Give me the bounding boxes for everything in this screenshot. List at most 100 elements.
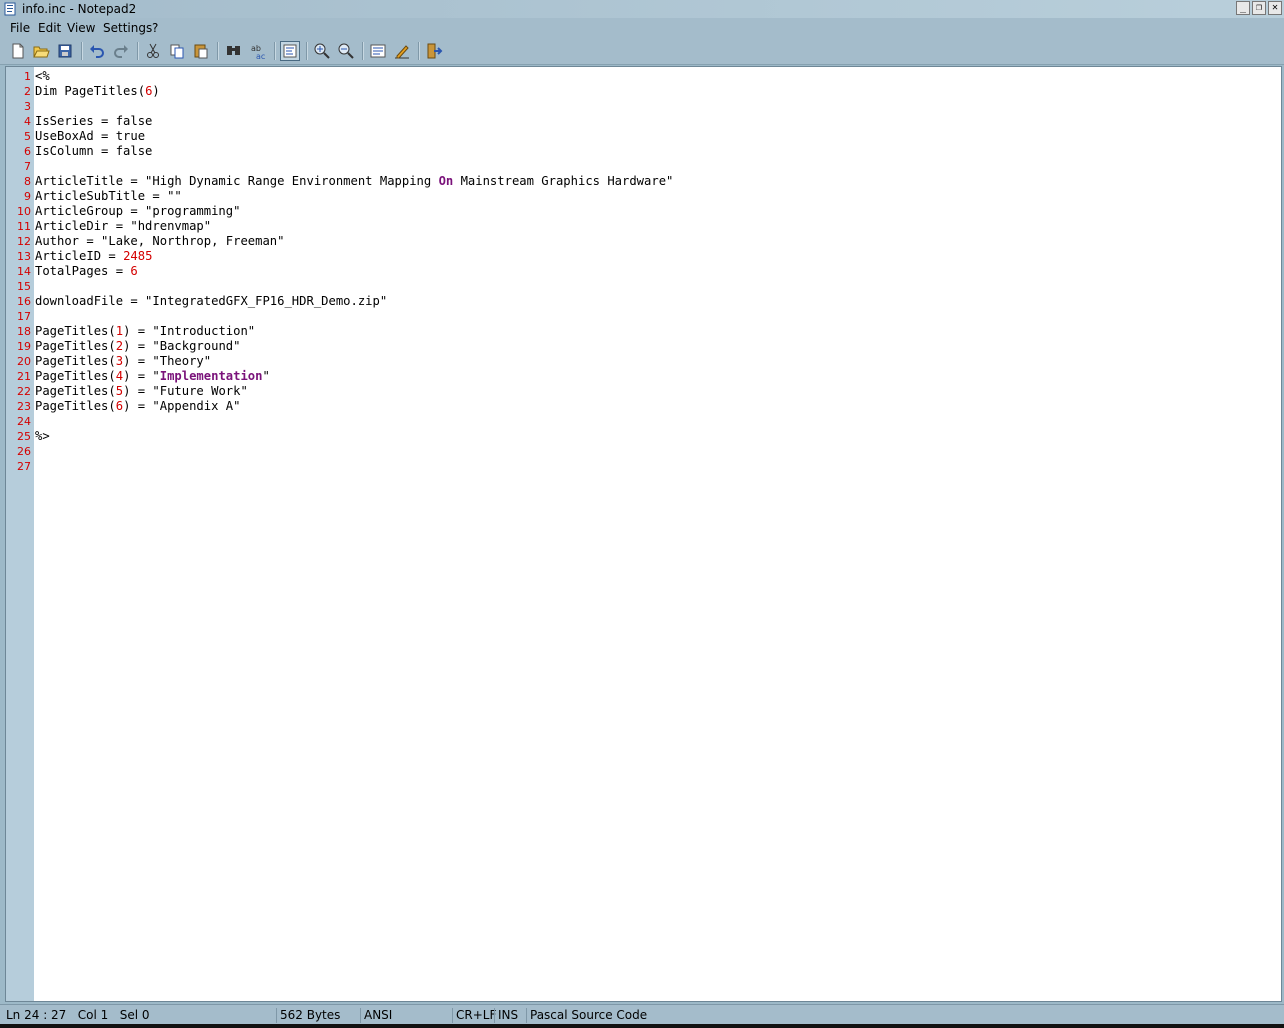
line-number: 21	[17, 370, 31, 383]
svg-text:ac: ac	[256, 52, 265, 61]
status-line-endings: CR+LF	[452, 1008, 496, 1023]
code-token: ) = "Theory"	[123, 354, 212, 368]
code-line[interactable]: 20 PageTitles(3) = "Theory"	[17, 354, 673, 369]
code-line[interactable]: 23 PageTitles(6) = "Appendix A"	[17, 399, 673, 414]
toolbar-separator	[274, 42, 276, 60]
line-number: 25	[17, 430, 31, 443]
line-number: 23	[17, 400, 31, 413]
status-position: Ln 24 : 27 Col 1 Sel 0	[6, 1008, 150, 1022]
toolbar-separator	[306, 42, 308, 60]
line-number: 2	[24, 85, 31, 98]
code-token: Dim PageTitles(	[35, 84, 146, 98]
code-line[interactable]: 27	[17, 459, 673, 474]
exit-icon[interactable]	[424, 41, 444, 61]
minimize-button[interactable]: _	[1236, 1, 1250, 15]
taskbar-edge	[0, 1024, 1284, 1028]
menu-help[interactable]: ?	[152, 21, 158, 35]
cut-icon[interactable]	[143, 41, 163, 61]
code-line[interactable]: 13 ArticleID = 2485	[17, 249, 673, 264]
line-number: 1	[24, 70, 31, 83]
number-token: 2485	[123, 249, 153, 263]
new-file-icon[interactable]	[8, 41, 28, 61]
code-line[interactable]: 2 Dim PageTitles(6)	[24, 84, 673, 99]
title-bar[interactable]: info.inc - Notepad2 _ ❐ ✕	[0, 0, 1284, 18]
code-token: ) = "Appendix A"	[123, 399, 241, 413]
code-token: downloadFile = "IntegratedGFX_FP16_HDR_D…	[35, 294, 388, 308]
code-token: TotalPages =	[35, 264, 131, 278]
menu-view[interactable]: View	[67, 21, 95, 35]
code-token: Mainstream Graphics Hardware"	[453, 174, 674, 188]
code-line[interactable]: 7	[24, 159, 673, 174]
line-number: 4	[24, 115, 31, 128]
word-wrap-icon[interactable]	[280, 41, 300, 61]
code-token: ArticleID =	[35, 249, 124, 263]
replace-icon[interactable]: ab ac	[248, 41, 268, 61]
line-number: 17	[17, 310, 31, 323]
code-line[interactable]: 14 TotalPages = 6	[17, 264, 673, 279]
line-number: 5	[24, 130, 31, 143]
line-number: 18	[17, 325, 31, 338]
status-encoding: ANSI	[360, 1008, 450, 1023]
code-line[interactable]: 12 Author = "Lake, Northrop, Freeman"	[17, 234, 673, 249]
toolbar: ab ac	[0, 38, 1284, 65]
find-icon[interactable]	[224, 41, 244, 61]
code-line[interactable]: 9 ArticleSubTitle = ""	[24, 189, 673, 204]
keyword-token: Implementation	[159, 369, 263, 383]
code-token: UseBoxAd = true	[35, 129, 146, 143]
menu-settings[interactable]: Settings	[103, 21, 152, 35]
line-number: 27	[17, 460, 31, 473]
window-controls: _ ❐ ✕	[1236, 1, 1282, 15]
code-line[interactable]: 4 IsSeries = false	[24, 114, 673, 129]
code-token: )	[152, 84, 160, 98]
code-line[interactable]: 10 ArticleGroup = "programming"	[17, 204, 673, 219]
redo-icon[interactable]	[111, 41, 131, 61]
line-number: 13	[17, 250, 31, 263]
code-line[interactable]: 22 PageTitles(5) = "Future Work"	[17, 384, 673, 399]
code-token: PageTitles(	[35, 354, 116, 368]
code-line[interactable]: 3	[24, 99, 673, 114]
code-token: ) = "Background"	[123, 339, 241, 353]
zoom-in-icon[interactable]	[312, 41, 332, 61]
code-line[interactable]: 21 PageTitles(4) = "Implementation"	[17, 369, 673, 384]
line-number: 10	[17, 205, 31, 218]
save-icon[interactable]	[55, 41, 75, 61]
code-token: ) = "	[123, 369, 160, 383]
code-line[interactable]: 1 <%	[24, 69, 673, 84]
menu-file[interactable]: File	[10, 21, 30, 35]
undo-icon[interactable]	[87, 41, 107, 61]
code-token: <%	[35, 69, 50, 83]
zoom-out-icon[interactable]	[336, 41, 356, 61]
line-number: 11	[17, 220, 31, 233]
paste-icon[interactable]	[191, 41, 211, 61]
code-line[interactable]: 25 %>	[17, 429, 673, 444]
line-number: 22	[17, 385, 31, 398]
editor-area[interactable]: 1 <% 2 Dim PageTitles( 6) 3 4 IsSeries = false 5…	[5, 66, 1282, 1002]
close-button[interactable]: ✕	[1268, 1, 1282, 15]
code-line[interactable]: 16 downloadFile = "IntegratedGFX_FP16_HDR…	[17, 294, 673, 309]
code-token: PageTitles(	[35, 369, 116, 383]
menu-edit[interactable]: Edit	[38, 21, 61, 35]
code-line[interactable]: 19 PageTitles(2) = "Background"	[17, 339, 673, 354]
code-text[interactable]: 1 <% 2 Dim PageTitles( 6) 3 4 IsSeries = false 5…	[17, 69, 674, 474]
code-line[interactable]: 24	[17, 414, 673, 429]
open-folder-icon[interactable]	[31, 41, 51, 61]
status-lexer: Pascal Source Code	[526, 1008, 726, 1023]
line-number: 20	[17, 355, 31, 368]
customize-icon[interactable]	[392, 41, 412, 61]
code-token: PageTitles(	[35, 384, 116, 398]
code-line[interactable]: 26	[17, 444, 673, 459]
code-token: ) = "Future Work"	[123, 384, 248, 398]
code-line[interactable]: 6 IsColumn = false	[24, 144, 673, 159]
code-line[interactable]: 5 UseBoxAd = true	[24, 129, 673, 144]
code-line[interactable]: 11 ArticleDir = "hdrenvmap"	[17, 219, 673, 234]
code-line[interactable]: 17	[17, 309, 673, 324]
code-line[interactable]: 8 ArticleTitle = "High Dynamic Range Envi…	[24, 174, 674, 189]
restore-button[interactable]: ❐	[1252, 1, 1266, 15]
copy-icon[interactable]	[167, 41, 187, 61]
code-line[interactable]: 18 PageTitles(1) = "Introduction"	[17, 324, 673, 339]
scheme-icon[interactable]	[368, 41, 388, 61]
number-token: 6	[115, 399, 124, 413]
line-number: 16	[17, 295, 31, 308]
code-line[interactable]: 15	[17, 279, 673, 294]
line-number: 12	[17, 235, 31, 248]
